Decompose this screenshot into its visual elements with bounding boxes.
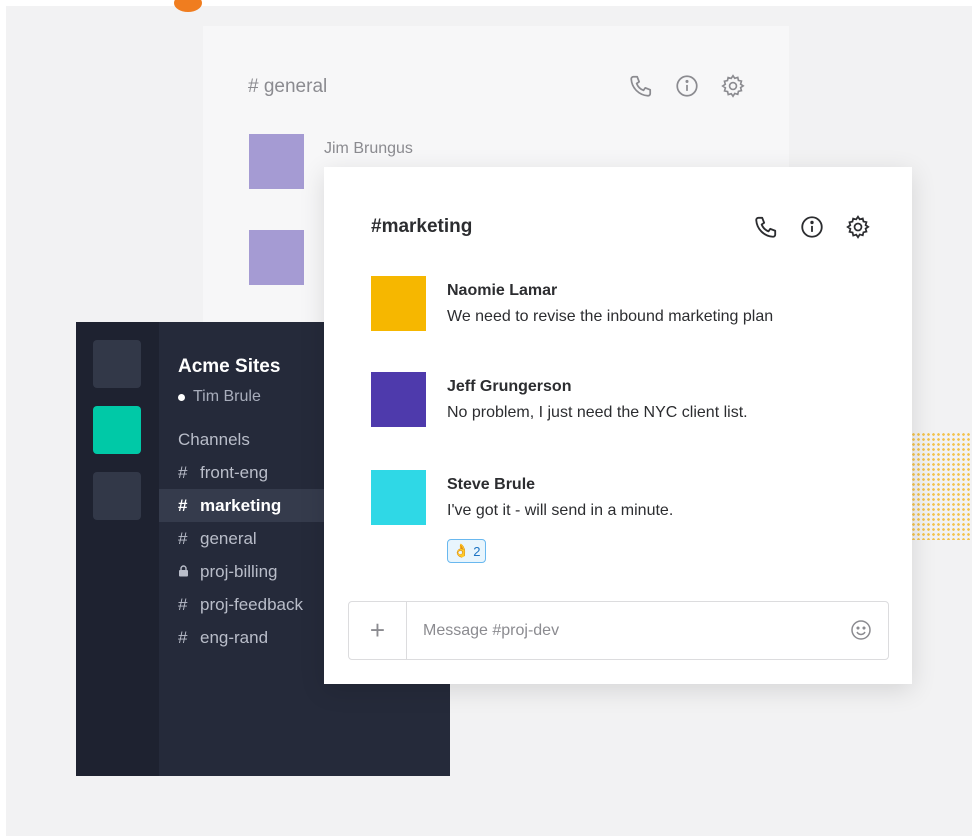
- channel-toolbar: [627, 72, 747, 100]
- hash-icon: #: [178, 462, 188, 482]
- ok-hand-icon: 👌: [453, 543, 470, 558]
- workspace-switcher-item[interactable]: [93, 472, 141, 520]
- avatar[interactable]: [371, 276, 426, 331]
- add-attachment-button[interactable]: +: [349, 602, 407, 659]
- info-icon[interactable]: [798, 213, 826, 241]
- message-item: Steve Brule I've got it - will send in a…: [371, 470, 871, 528]
- message-text: I've got it - will send in a minute.: [447, 502, 674, 519]
- message-text: We need to revise the inbound marketing …: [447, 308, 774, 325]
- channel-label: proj-billing: [200, 561, 278, 581]
- hash-icon: #: [178, 528, 188, 548]
- sender-name[interactable]: Steve Brule: [447, 476, 535, 494]
- channel-label: eng-rand: [200, 627, 269, 647]
- message-text: No problem, I just need the NYC client l…: [447, 404, 748, 421]
- orange-dot-decoration: [174, 0, 202, 12]
- phone-icon[interactable]: [627, 72, 655, 100]
- phone-icon[interactable]: [752, 213, 780, 241]
- channel-label: proj-feedback: [200, 594, 304, 614]
- user-name: Tim Brule: [193, 388, 261, 405]
- sender-name[interactable]: Naomie Lamar: [447, 282, 557, 300]
- avatar[interactable]: [371, 372, 426, 427]
- avatar: [249, 230, 304, 285]
- marketing-channel-card: #marketing Naomie Lamar We need to revis…: [324, 167, 912, 684]
- hash-icon: #: [178, 495, 188, 515]
- workspace-switcher-item-active[interactable]: [93, 406, 141, 454]
- sender-name: Jim Brungus: [324, 140, 413, 157]
- message-item: Naomie Lamar We need to revise the inbou…: [371, 276, 871, 334]
- message-composer: +: [348, 601, 889, 660]
- reaction-badge[interactable]: 👌 2: [447, 539, 487, 563]
- emoji-icon[interactable]: [849, 618, 873, 642]
- channel-label: general: [200, 528, 257, 548]
- channel-title: #marketing: [371, 216, 473, 237]
- channel-label: front-eng: [200, 462, 269, 482]
- user-status[interactable]: Tim Brule: [178, 388, 261, 406]
- avatar[interactable]: [371, 470, 426, 525]
- channel-toolbar: [752, 213, 872, 241]
- workspace-rail: [76, 322, 159, 776]
- hash-icon: #: [178, 594, 188, 614]
- message-input[interactable]: [421, 617, 825, 645]
- workspace-name[interactable]: Acme Sites: [178, 356, 280, 378]
- channel-label: marketing: [200, 495, 282, 515]
- workspace-switcher-item[interactable]: [93, 340, 141, 388]
- channels-heading[interactable]: Channels: [178, 430, 250, 450]
- gear-icon[interactable]: [844, 213, 872, 241]
- reaction-count: 2: [473, 543, 481, 559]
- sender-name[interactable]: Jeff Grungerson: [447, 378, 571, 396]
- gear-icon[interactable]: [719, 72, 747, 100]
- lock-icon: [178, 562, 200, 582]
- channel-title: # general: [248, 76, 328, 97]
- hash-icon: #: [178, 627, 188, 647]
- presence-dot-icon: [178, 393, 185, 401]
- info-icon[interactable]: [673, 72, 701, 100]
- avatar: [249, 134, 304, 189]
- message-item: Jeff Grungerson No problem, I just need …: [371, 372, 871, 430]
